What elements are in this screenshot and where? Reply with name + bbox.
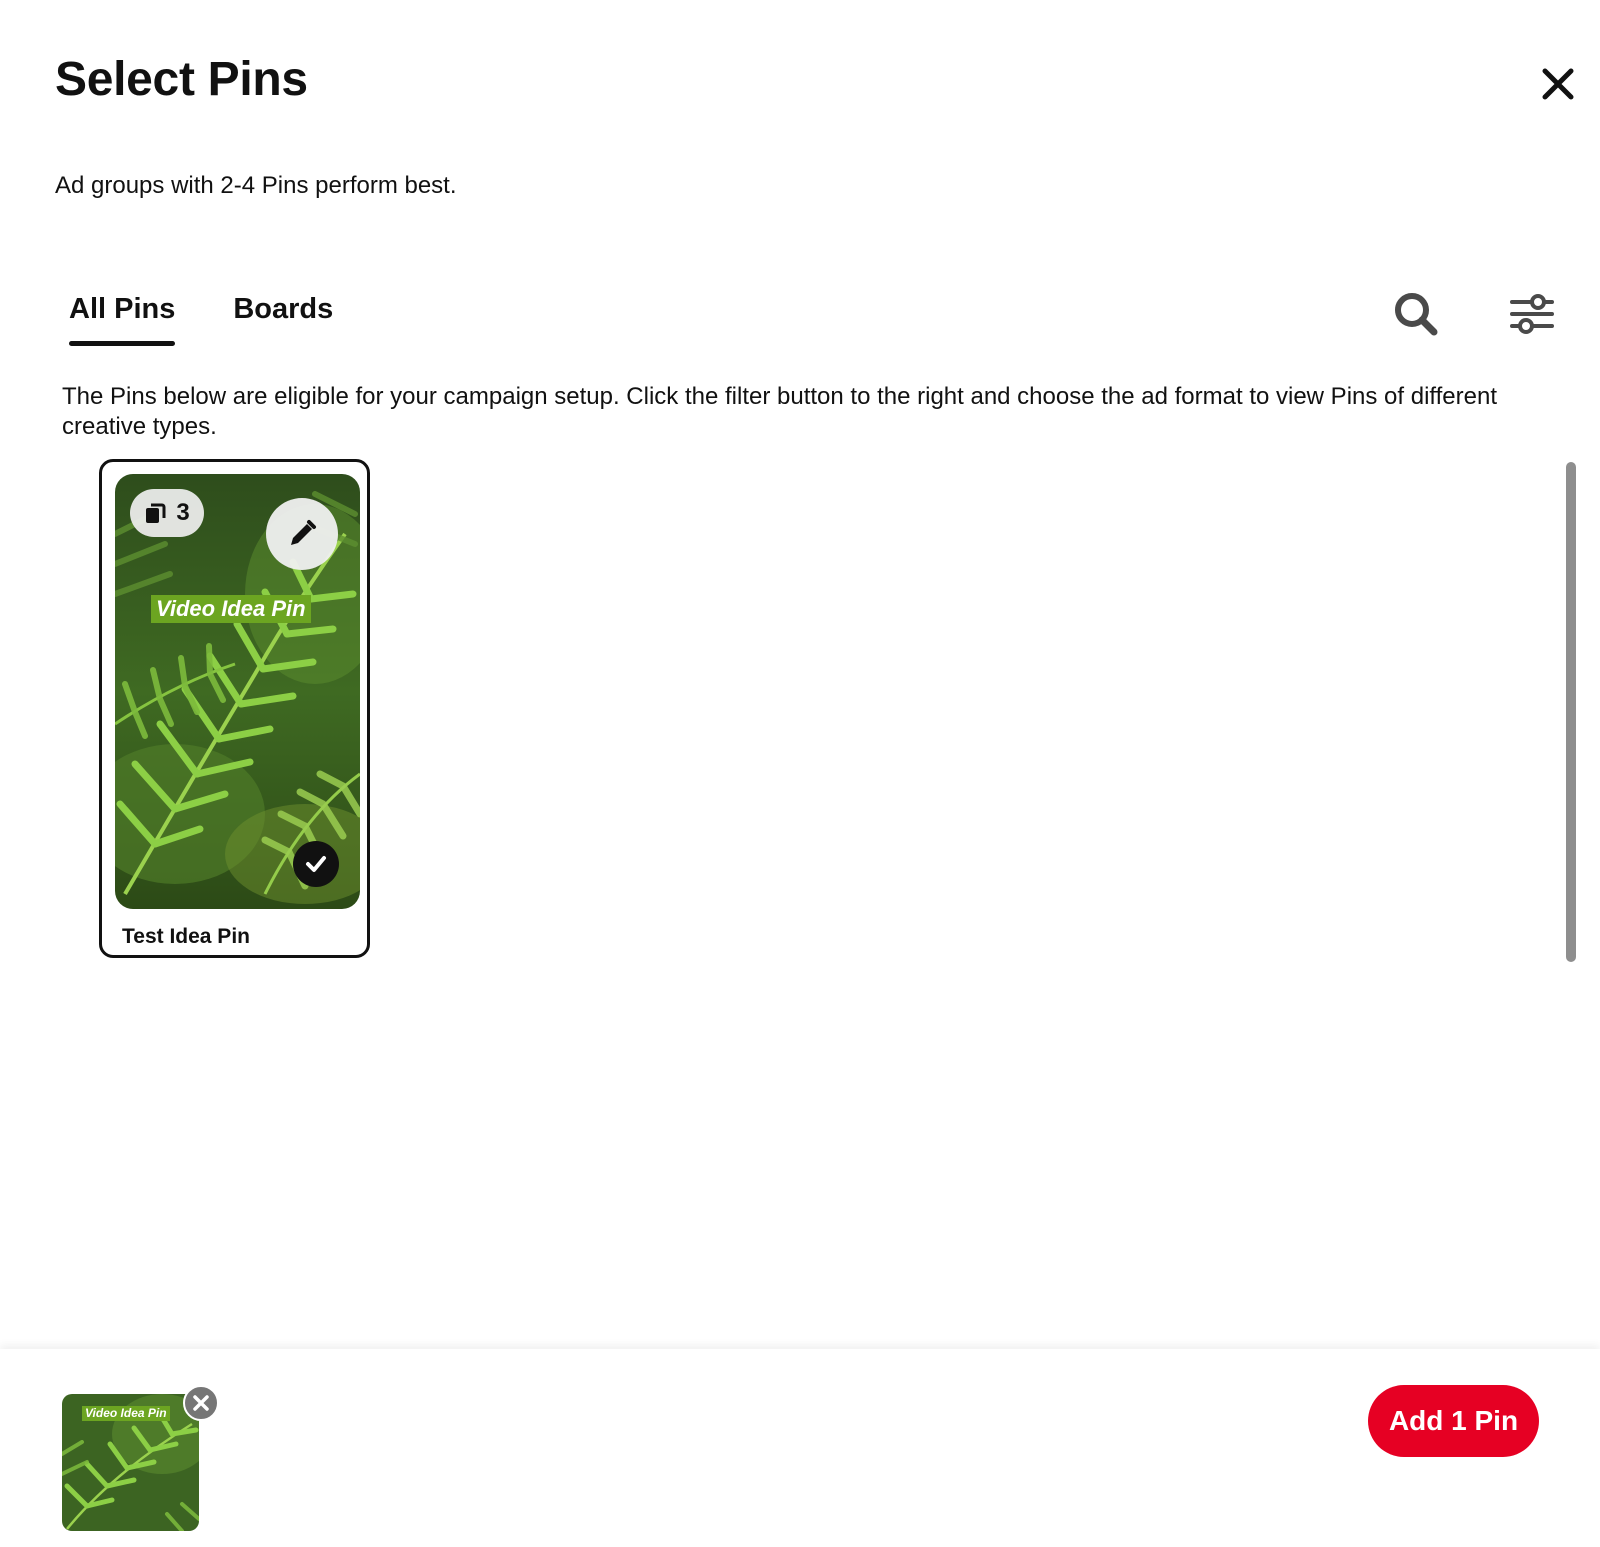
filter-sliders-icon xyxy=(1510,294,1554,334)
filter-button[interactable] xyxy=(1504,286,1560,342)
selected-pin-thumbnail: Video Idea Pin xyxy=(62,1394,199,1531)
subtitle: Ad groups with 2-4 Pins perform best. xyxy=(55,172,457,199)
close-button[interactable] xyxy=(1536,62,1580,106)
page-title: Select Pins xyxy=(55,53,308,106)
page-count-text: 3 xyxy=(176,499,190,526)
thumbnail-overlay-text: Video Idea Pin xyxy=(82,1406,170,1421)
tab-bar: All Pins Boards xyxy=(69,293,333,346)
tab-all-pins[interactable]: All Pins xyxy=(69,293,176,346)
footer-bar: Video Idea Pin Add 1 Pin xyxy=(0,1349,1600,1547)
close-circle-icon xyxy=(193,1395,209,1411)
pages-stack-icon xyxy=(146,503,166,523)
pin-overlay-text: Video Idea Pin xyxy=(151,595,311,623)
edit-pin-button[interactable] xyxy=(266,498,338,570)
page-count-badge: 3 xyxy=(130,489,204,537)
selected-check-badge xyxy=(293,841,339,887)
pin-card[interactable]: 3 Video Idea Pin Test Idea Pin xyxy=(99,459,370,958)
pin-thumbnail-image: 3 Video Idea Pin xyxy=(115,474,360,909)
remove-selected-pin-button[interactable] xyxy=(183,1385,219,1421)
search-button[interactable] xyxy=(1388,286,1444,342)
add-pins-button[interactable]: Add 1 Pin xyxy=(1368,1385,1539,1457)
search-icon xyxy=(1395,293,1438,336)
tab-boards[interactable]: Boards xyxy=(233,293,333,346)
select-pins-modal: Select Pins Ad groups with 2-4 Pins perf… xyxy=(0,0,1600,1547)
pin-title: Test Idea Pin xyxy=(122,925,250,948)
scrollbar[interactable] xyxy=(1566,462,1576,962)
pencil-icon xyxy=(291,520,316,545)
checkmark-icon xyxy=(306,856,326,872)
eligibility-info-text: The Pins below are eligible for your cam… xyxy=(62,383,1498,440)
close-icon xyxy=(1542,68,1574,100)
